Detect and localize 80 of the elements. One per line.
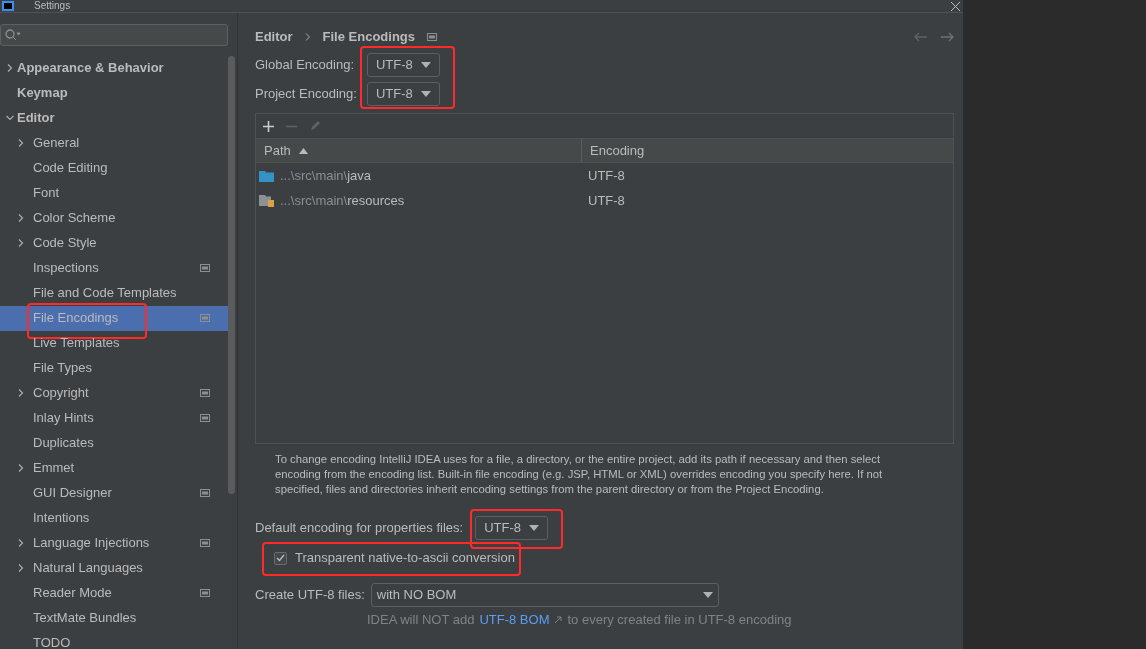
encoding-dropdown[interactable]: UTF-8: [475, 516, 548, 540]
project-scope-icon: [200, 489, 210, 497]
chevron-right-icon[interactable]: [17, 139, 25, 147]
scrollbar-thumb[interactable]: [228, 55, 235, 494]
chevron-down-icon[interactable]: [5, 114, 14, 122]
chevron-right-icon[interactable]: [17, 564, 25, 572]
sidebar-item[interactable]: Inspections: [0, 255, 228, 281]
sidebar-item[interactable]: Code Style: [0, 230, 228, 256]
check-icon: [276, 554, 285, 562]
chevron-right-icon: [304, 32, 311, 41]
chevron-right-icon[interactable]: [17, 464, 25, 472]
folder-icon: [259, 169, 274, 182]
caret-icon: [702, 592, 713, 598]
checkbox[interactable]: [274, 551, 287, 565]
sidebar-item[interactable]: Color Scheme: [0, 205, 228, 231]
sort-ascending-icon: [298, 147, 308, 154]
sidebar-item[interactable]: Live Templates: [0, 330, 228, 356]
bom-dropdown[interactable]: with NO BOM: [370, 583, 719, 607]
sidebar-item[interactable]: File Types: [0, 355, 228, 381]
field-label: Create UTF-8 files:: [255, 586, 365, 605]
project-scope-icon: [427, 32, 438, 41]
resources-folder-icon: [259, 194, 274, 207]
project-scope-icon: [200, 539, 210, 547]
sidebar-item[interactable]: Reader Mode: [0, 580, 228, 606]
chevron-right-icon[interactable]: [17, 389, 25, 397]
sidebar-item[interactable]: Keymap: [0, 80, 228, 106]
project-scope-icon: [200, 414, 210, 422]
table-cell-text: ...\src\main\resources: [280, 191, 405, 210]
table-cell-text: UTF-8: [587, 191, 625, 210]
sidebar-item[interactable]: Intentions: [0, 505, 228, 531]
sidebar-item[interactable]: Emmet: [0, 455, 228, 481]
field-label: Default encoding for properties files:: [255, 519, 464, 538]
caret-icon: [420, 61, 431, 68]
field-label: Global Encoding:: [255, 55, 355, 74]
breadcrumb-item: Editor: [255, 27, 293, 46]
project-scope-icon: [200, 589, 210, 597]
chevron-right-icon[interactable]: [5, 64, 14, 72]
chevron-right-icon[interactable]: [17, 239, 25, 247]
window-title: Settings: [34, 0, 71, 12]
breadcrumb-item: File Encodings: [322, 27, 416, 46]
search-field[interactable]: [0, 24, 228, 46]
caret-icon: [420, 90, 431, 97]
sidebar-item[interactable]: General: [0, 130, 228, 156]
hint-text: IDEA will NOT add: [367, 611, 475, 630]
sidebar-item[interactable]: Natural Languages: [0, 555, 228, 581]
sidebar-item[interactable]: Copyright: [0, 380, 228, 406]
sidebar-item[interactable]: File and Code Templates: [0, 280, 228, 306]
app-icon: [2, 1, 14, 11]
add-icon[interactable]: [263, 120, 274, 132]
sidebar-item[interactable]: Duplicates: [0, 430, 228, 456]
sidebar-item[interactable]: Code Editing: [0, 155, 228, 181]
field-label: Project Encoding:: [255, 84, 357, 103]
external-link-icon: [554, 616, 563, 624]
project-scope-icon: [200, 389, 210, 397]
table-cell-text: UTF-8: [587, 166, 625, 185]
description-text: To change encoding IntelliJ IDEA uses for a file, a directory, or the entire project, add its path if necessary and then select encoding from the encoding list. Built-in file encoding (e.g. JSP, HTML or XML) overrides encoding you specify here. If not specified, files and directories inherit encoding settings from the parent directory or from the Project Encoding.: [274, 452, 884, 497]
column-header[interactable]: Path: [256, 139, 582, 162]
project-scope-icon: [200, 314, 210, 322]
sidebar-item[interactable]: TextMate Bundles: [0, 605, 228, 631]
sidebar-item[interactable]: TODO: [0, 630, 228, 649]
caret-icon: [528, 525, 539, 531]
link[interactable]: UTF-8 BOM: [479, 610, 550, 630]
close-icon[interactable]: [951, 1, 960, 11]
chevron-right-icon[interactable]: [17, 214, 25, 222]
encoding-dropdown[interactable]: UTF-8: [366, 52, 440, 77]
column-header[interactable]: Encoding: [582, 139, 953, 162]
search-icon: [5, 28, 21, 41]
sidebar-item[interactable]: Appearance & Behavior: [0, 55, 228, 81]
chevron-right-icon[interactable]: [17, 539, 25, 547]
sidebar-item[interactable]: Editor: [0, 105, 228, 131]
forward-arrow-icon[interactable]: [940, 31, 954, 42]
sidebar-item[interactable]: Font: [0, 180, 228, 206]
hint-text: to every created file in UTF-8 encoding: [567, 611, 792, 630]
sidebar-item[interactable]: Language Injections: [0, 530, 228, 556]
encoding-dropdown[interactable]: UTF-8: [366, 81, 440, 106]
checkbox-label: Transparent native-to-ascii conversion: [295, 549, 515, 568]
sidebar-item[interactable]: GUI Designer: [0, 480, 228, 506]
table-cell-text: ...\src\main\java: [280, 166, 372, 185]
sidebar-item[interactable]: Inlay Hints: [0, 405, 228, 431]
project-scope-icon: [200, 264, 210, 272]
